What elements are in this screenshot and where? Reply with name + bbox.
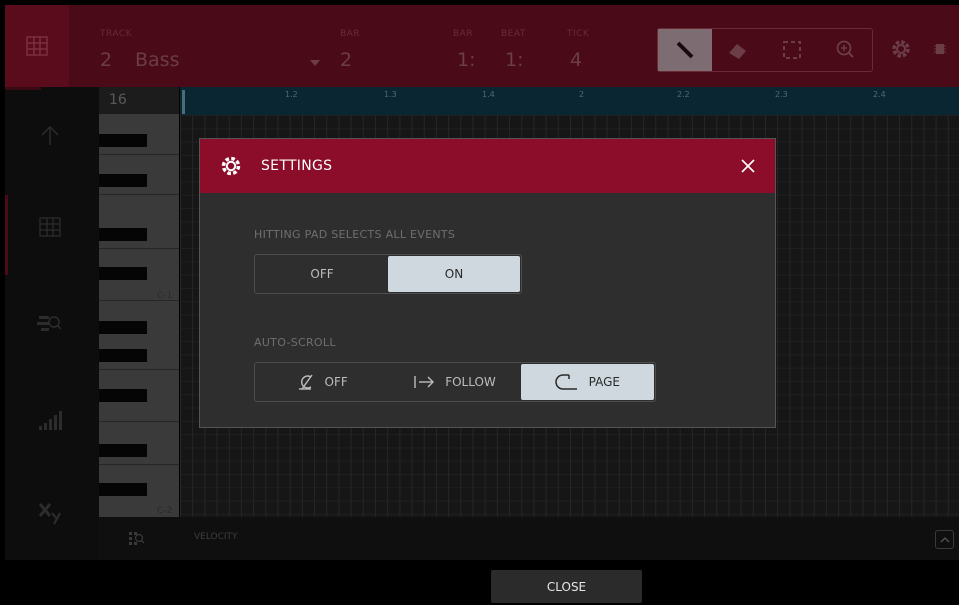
eraser-tool-button[interactable]: [712, 29, 766, 71]
hitting-pad-on-option[interactable]: ON: [388, 256, 520, 292]
zoom-notes-icon: [37, 316, 62, 331]
hitting-pad-toggle: OFF ON: [254, 254, 522, 294]
option-label: ON: [444, 267, 464, 281]
note-zoom-button[interactable]: [30, 303, 70, 343]
bar-label: BAR: [340, 29, 361, 39]
xy-control-button[interactable]: [30, 493, 70, 533]
position-bar-value[interactable]: 1:: [457, 49, 476, 71]
autoscroll-off-option[interactable]: OFF: [256, 364, 388, 400]
grid-icon: [39, 217, 61, 237]
chip-icon[interactable]: [933, 42, 947, 56]
edit-tool-group: [657, 28, 873, 72]
ruler-label: 2.4: [873, 90, 886, 99]
option-label: OFF: [310, 267, 334, 281]
timeline-ruler[interactable]: 1.2 1.3 1.4 2 2.2 2.3 2.4: [180, 87, 959, 115]
octave-label-c-2: C-2: [157, 506, 173, 516]
grid-icon: [26, 36, 48, 56]
page-scroll-icon: [554, 374, 577, 390]
autoscroll-toggle: OFF FOLLOW PAGE: [254, 362, 656, 402]
follow-arrow-icon: [414, 376, 435, 388]
black-key[interactable]: [99, 349, 147, 362]
pencil-tool-button[interactable]: [658, 29, 712, 71]
grid-settings-button[interactable]: [30, 207, 70, 247]
zoom-tool-button[interactable]: [819, 29, 873, 71]
velocity-lane-label: VELOCITY: [194, 532, 238, 542]
black-key[interactable]: [99, 267, 147, 280]
position-beat-label: BEAT: [501, 29, 526, 39]
white-key-divider: [99, 369, 179, 370]
marquee-select-icon: [782, 41, 801, 59]
black-key[interactable]: [99, 134, 147, 147]
dialog-header: SETTINGS: [200, 139, 775, 193]
bottom-bar: [5, 560, 959, 605]
no-scroll-icon: [298, 374, 313, 390]
black-key[interactable]: [99, 389, 147, 402]
track-label: TRACK: [100, 29, 133, 39]
option-label: FOLLOW: [445, 375, 496, 389]
ruler-label: 1.4: [482, 90, 495, 99]
ruler-label: 2.3: [775, 90, 788, 99]
ruler-label: 1.2: [285, 90, 298, 99]
white-key-divider: [99, 154, 179, 155]
sidebar-accent-line: [5, 87, 41, 90]
settings-gear-icon[interactable]: [890, 38, 912, 60]
vertical-zoom-readout[interactable]: 16: [99, 87, 179, 114]
black-key[interactable]: [99, 321, 147, 334]
expand-velocity-button[interactable]: [935, 530, 954, 549]
position-beat-value[interactable]: 1:: [505, 49, 524, 71]
white-key-divider: [99, 464, 179, 465]
settings-dialog: SETTINGS HITTING PAD SELECTS ALL EVENTS …: [199, 138, 776, 428]
ruler-label: 2: [579, 90, 585, 99]
position-tick-value[interactable]: 4: [570, 49, 582, 71]
option-label: PAGE: [588, 375, 620, 389]
pencil-icon: [676, 41, 694, 59]
autoscroll-follow-option[interactable]: FOLLOW: [388, 364, 520, 400]
ruler-label: 1.3: [384, 90, 397, 99]
gear-icon: [221, 156, 241, 176]
option-label: OFF: [324, 375, 348, 389]
velocity-grid-zoom-icon[interactable]: [129, 532, 145, 546]
zoom-icon: [836, 40, 854, 58]
position-tick-label: TICK: [567, 29, 590, 39]
hitting-pad-label: HITTING PAD SELECTS ALL EVENTS: [254, 228, 456, 241]
bar-levels-icon: [39, 411, 62, 430]
velocity-lane-button[interactable]: [30, 400, 70, 440]
bar-value[interactable]: 2: [340, 49, 352, 71]
close-icon[interactable]: [737, 155, 759, 177]
eraser-icon: [729, 44, 747, 59]
white-key-divider: [99, 421, 179, 422]
grid-view-button[interactable]: [5, 5, 69, 87]
ruler-label: 2.2: [677, 90, 690, 99]
chevron-up-icon: [940, 536, 949, 542]
autoscroll-page-option[interactable]: PAGE: [520, 364, 654, 400]
position-bar-label: BAR: [453, 29, 474, 39]
scroll-up-button[interactable]: [30, 115, 70, 155]
black-key[interactable]: [99, 483, 147, 496]
chevron-down-icon[interactable]: [310, 60, 320, 66]
playhead-marker[interactable]: [182, 90, 185, 114]
select-tool-button[interactable]: [765, 29, 819, 71]
octave-label-c-1: C-1: [157, 291, 173, 301]
sidebar-active-indicator: [5, 195, 8, 275]
zoom-value: 16: [109, 92, 127, 108]
hitting-pad-off-option[interactable]: OFF: [256, 256, 388, 292]
autoscroll-label: AUTO-SCROLL: [254, 336, 336, 349]
white-key-divider: [99, 194, 179, 195]
top-toolbar: TRACK 2 Bass BAR 2 BAR BEAT TICK 1: 1: 4: [5, 5, 959, 87]
black-key[interactable]: [99, 174, 147, 187]
track-name[interactable]: Bass: [135, 49, 179, 71]
black-key[interactable]: [99, 444, 147, 457]
arrow-up-icon: [41, 125, 59, 145]
dialog-title: SETTINGS: [261, 158, 333, 174]
close-button[interactable]: CLOSE: [491, 570, 642, 603]
white-key-divider: [99, 248, 179, 249]
xy-icon: [38, 503, 61, 525]
black-key[interactable]: [99, 228, 147, 241]
track-number: 2: [100, 49, 113, 71]
